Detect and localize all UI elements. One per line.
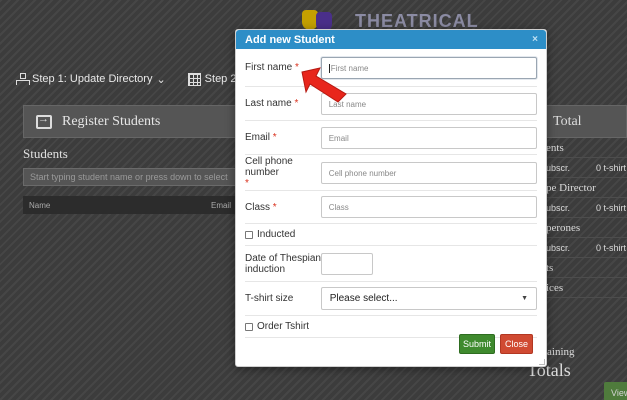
last-name-row: Last name * Last name [245,87,537,121]
cell-phone-input[interactable]: Cell phone number [320,161,537,184]
email-input[interactable]: Email [320,126,537,149]
totals-panel-title: Total [538,105,627,138]
inducted-label: Inducted [257,229,296,240]
sitemap-icon [16,73,30,85]
red-pointer-arrow-icon [301,67,347,103]
checkbox-box[interactable] [245,322,253,331]
order-tshirt-label: Order Tshirt [257,321,310,332]
first-name-input[interactable]: First name [320,56,537,79]
register-students-header: Register Students [23,105,238,138]
modal-header: Add new Student × [236,30,546,49]
column-name: Name [29,200,51,210]
last-name-input[interactable]: Last name [320,92,537,115]
view-button[interactable]: View [604,382,627,400]
class-row: Class * Class [245,191,537,224]
first-name-row: First name * First name [245,49,537,87]
resize-handle-icon[interactable] [539,359,545,365]
inducted-checkbox[interactable]: Inducted [245,229,295,240]
totals-group: pe Director [538,178,627,198]
chevron-down-icon: ⌄ [156,73,166,86]
totals-group: perones [538,218,627,238]
remaining-label: aining [547,346,575,358]
register-students-panel: Register Students Students Start typing … [23,105,238,245]
totals-group: ices [538,278,627,298]
step-1-update-directory[interactable]: Step 1: Update Directory ⌄ [16,73,166,86]
student-search-input[interactable]: Start typing student name or press down … [23,168,237,186]
thespian-induction-label: Date of Thespian induction [245,252,321,275]
modal-title: Add new Student [245,33,335,46]
tshirt-size-select[interactable]: Please select... ▼ [320,287,537,310]
order-tshirt-checkbox[interactable]: Order Tshirt [245,321,309,332]
cell-phone-row: Cell phone number * Cell phone number [245,155,537,191]
class-input[interactable]: Class [320,196,537,218]
close-button[interactable]: Close [500,334,533,354]
students-subtitle: Students [23,146,68,161]
sign-in-icon [36,113,52,129]
modal-footer: Submit Close [236,334,546,354]
dropdown-caret-icon: ▼ [521,295,528,302]
register-students-title: Register Students [62,113,161,129]
close-icon[interactable]: × [532,34,538,45]
tshirt-size-row: T-shirt size Please select... ▼ [245,282,537,316]
email-label: Email * [245,132,277,143]
inducted-row: Inducted [245,224,537,246]
tshirt-size-label: T-shirt size [245,293,294,304]
column-email: Email [210,200,231,210]
thespian-induction-row: Date of Thespian induction [245,246,537,282]
checkbox-box[interactable] [245,230,253,239]
students-table-header: Name Email [23,196,237,214]
cell-phone-label: Cell phone number * [245,156,293,189]
class-label: Class * [245,201,277,213]
thespian-induction-date-input[interactable] [321,252,373,275]
email-row: Email * Email [245,121,537,155]
totals-panel: Total ents ubscr. 0 t-shirt pe Director u… [538,105,627,335]
totals-group: ts [538,258,627,278]
submit-button[interactable]: Submit [459,334,495,354]
add-student-modal: Add new Student × First name * First nam… [235,29,547,367]
totals-item: ubscr. 0 t-shirt [538,238,627,258]
tshirt-size-selected: Please select... [329,293,398,304]
totals-group: ents [538,138,627,158]
totals-item: ubscr. 0 t-shirt [538,158,627,178]
totals-item: ubscr. 0 t-shirt [538,198,627,218]
step-1-label: Step 1: Update Directory [32,73,153,85]
grid-icon [187,72,201,86]
